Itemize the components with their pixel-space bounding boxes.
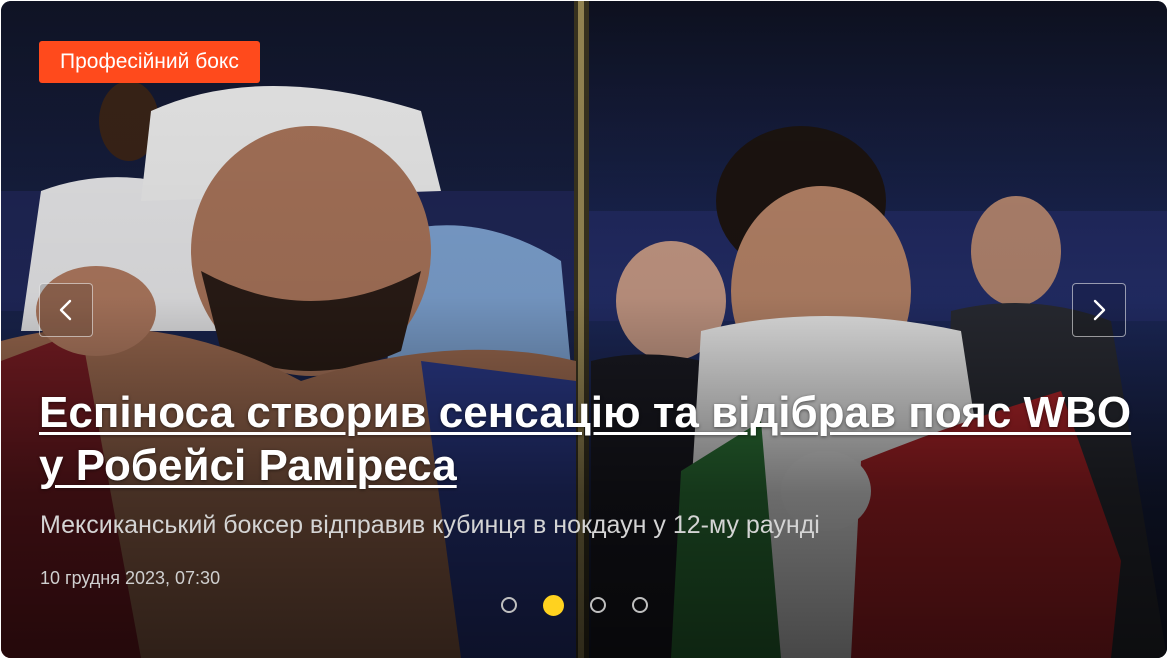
next-slide-button[interactable]	[1072, 283, 1126, 337]
publish-date: 10 грудня 2023, 07:30	[40, 568, 221, 588]
category-badge[interactable]: Професійний бокс	[39, 41, 260, 83]
photo-overlay	[1, 1, 1167, 658]
pagination-dot-2-active[interactable]	[543, 595, 564, 616]
pagination-dot-1[interactable]	[501, 597, 517, 613]
prev-slide-button[interactable]	[39, 283, 93, 337]
headline-link[interactable]: Еспіноса створив сенсацію та відібрав по…	[39, 386, 1139, 492]
chevron-right-icon	[1093, 299, 1106, 321]
pagination-dots	[501, 595, 648, 616]
chevron-left-icon	[59, 299, 72, 321]
news-slider: Професійний бокс Еспіноса створив сенсац…	[1, 1, 1167, 658]
pagination-dot-4[interactable]	[632, 597, 648, 613]
pagination-dot-3[interactable]	[590, 597, 606, 613]
subtitle: Мексиканський боксер відправив кубинця в…	[40, 511, 820, 539]
